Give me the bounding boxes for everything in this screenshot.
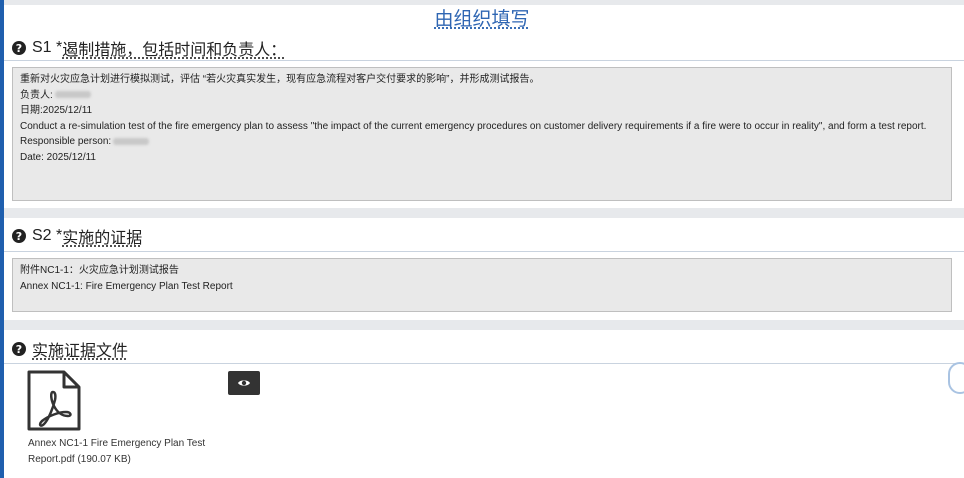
evidence-header: ? 实施证据文件 (12, 337, 964, 361)
s2-label: S2 * (32, 227, 63, 244)
s2-rule (4, 251, 964, 252)
file-name[interactable]: Annex NC1-1 Fire Emergency Plan Test Rep… (28, 436, 228, 467)
s1-title: 遏制措施，包括时间和负责人： (62, 42, 287, 59)
section-divider (4, 208, 964, 218)
s1-line-zh-person: 负责人: (20, 88, 944, 104)
evidence-rule (4, 363, 964, 364)
pdf-file-icon[interactable] (26, 370, 82, 432)
s2-line-en: Annex NC1-1: Fire Emergency Plan Test Re… (20, 280, 233, 292)
help-icon[interactable]: ? (12, 41, 26, 55)
s1-label: S1 * (32, 39, 63, 56)
s1-line-en-person: Responsible person: (20, 134, 944, 150)
s1-line-zh-date: 日期:2025/12/11 (20, 105, 93, 116)
help-icon[interactable]: ? (12, 342, 26, 356)
left-accent-bar (0, 0, 4, 478)
s2-title: 实施的证据 (62, 230, 143, 247)
s1-rule (4, 60, 964, 61)
s1-line-en-action: Conduct a re-simulation test of the fire… (20, 120, 927, 132)
view-file-button[interactable] (228, 371, 260, 395)
eye-icon (238, 380, 250, 386)
floating-edge-button[interactable] (948, 362, 964, 394)
redacted-name (113, 137, 150, 145)
org-title: 由组织填写 (434, 9, 530, 30)
s2-content-box: 附件NC1-1：火灾应急计划测试报告 Annex NC1-1: Fire Eme… (12, 258, 952, 312)
redacted-name (54, 91, 91, 99)
s1-header: ? S1 * 遏制措施，包括时间和负责人： (12, 36, 964, 60)
section-divider (4, 320, 964, 330)
help-icon[interactable]: ? (12, 229, 26, 243)
s2-line-zh: 附件NC1-1：火灾应急计划测试报告 (20, 265, 179, 276)
evidence-title: 实施证据文件 (32, 343, 129, 360)
s1-line-en-date: Date: 2025/12/11 (20, 151, 96, 163)
s2-header: ? S2 * 实施的证据 (12, 224, 964, 248)
s1-line-zh-action: 重新对火灾应急计划进行模拟测试，评估 “若火灾真实发生，现有应急流程对客户交付要… (20, 74, 540, 85)
s1-content-box: 重新对火灾应急计划进行模拟测试，评估 “若火灾真实发生，现有应急流程对客户交付要… (12, 67, 952, 201)
